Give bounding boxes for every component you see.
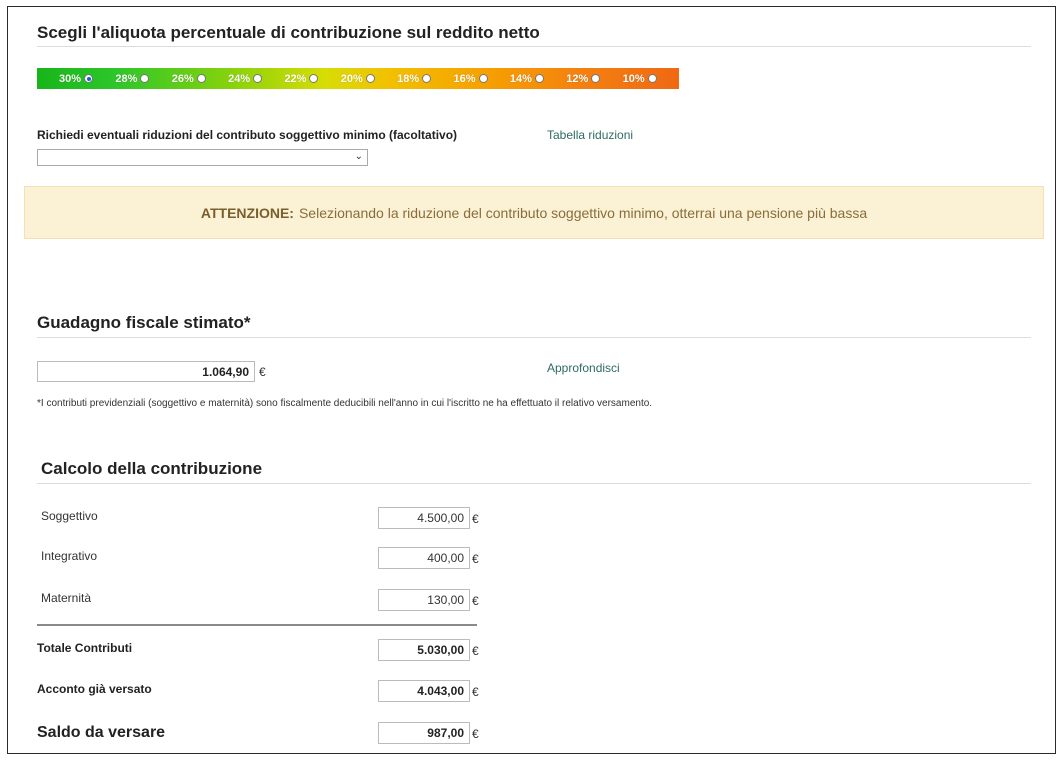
reduction-select[interactable]: ⌄ [37,149,368,166]
soggettivo-value: 4.500,00 [378,507,470,529]
rate-option-label: 10% [622,72,645,85]
currency-symbol: € [472,685,479,699]
radio-icon[interactable] [365,74,375,83]
totale-value: 5.030,00 [378,639,470,661]
acconto-value: 4.043,00 [378,680,470,702]
rate-option-label: 28% [115,72,138,85]
chevron-down-icon[interactable]: ⌄ [355,151,363,162]
radio-icon[interactable] [84,74,94,83]
currency-symbol: € [472,644,479,658]
currency-symbol: € [472,512,479,526]
calculation-heading-divider [37,483,1031,484]
currency-symbol: € [472,727,479,741]
radio-icon[interactable] [478,74,488,83]
contribution-rate-bar: 30% 28% 26% 24% 22% 20% 18% 16% 14% 12% … [37,68,679,89]
rate-option-16[interactable]: 16% [454,73,510,85]
currency-symbol: € [259,365,266,379]
rate-heading-divider [37,46,1031,47]
rate-option-label: 12% [566,72,589,85]
integrativo-label: Integrativo [41,549,98,563]
income-input[interactable]: 1.064,90 [37,361,255,382]
acconto-label: Acconto già versato [37,682,152,696]
rate-option-20[interactable]: 20% [341,73,397,85]
rate-option-10[interactable]: 10% [623,73,679,85]
tabella-riduzioni-link[interactable]: Tabella riduzioni [547,128,633,142]
maternita-label: Maternità [41,591,92,605]
radio-icon[interactable] [647,74,657,83]
radio-icon[interactable] [422,74,432,83]
rate-option-24[interactable]: 24% [228,73,284,85]
rate-option-30[interactable]: 30% [59,73,115,85]
rate-option-12[interactable]: 12% [566,73,622,85]
rate-option-label: 16% [453,72,476,85]
integrativo-value: 400,00 [378,547,470,569]
radio-icon[interactable] [591,74,601,83]
maternita-value: 130,00 [378,589,470,611]
saldo-value: 987,00 [378,722,470,744]
currency-symbol: € [472,552,479,566]
rate-option-label: 22% [284,72,307,85]
currency-symbol: € [472,594,479,608]
rate-option-26[interactable]: 26% [172,73,228,85]
rate-option-label: 30% [59,72,82,85]
warning-text: Selezionando la riduzione del contributo… [298,204,868,221]
radio-icon[interactable] [534,74,544,83]
radio-icon[interactable] [309,74,319,83]
soggettivo-label: Soggettivo [41,509,98,523]
warning-alert: ATTENZIONE: Selezionando la riduzione de… [24,186,1044,239]
calculation-heading: Calcolo della contribuzione [41,459,263,478]
rate-option-28[interactable]: 28% [115,73,171,85]
rate-heading: Scegli l'aliquota percentuale di contrib… [37,23,540,42]
rate-option-14[interactable]: 14% [510,73,566,85]
approfondisci-link[interactable]: Approfondisci [547,361,620,375]
radio-icon[interactable] [253,74,263,83]
income-heading: Guadagno fiscale stimato* [37,313,251,332]
totals-separator [37,624,477,626]
warning-strong: ATTENZIONE: [200,204,294,221]
rate-option-label: 26% [171,72,194,85]
rate-option-label: 20% [340,72,363,85]
totale-label: Totale Contributi [37,641,133,655]
radio-icon[interactable] [140,74,150,83]
rate-option-label: 18% [397,72,420,85]
rate-option-label: 14% [509,72,532,85]
income-footnote: *I contributi previdenziali (soggettivo … [37,398,653,409]
rate-option-label: 24% [228,72,251,85]
radio-icon[interactable] [196,74,206,83]
saldo-label: Saldo da versare [37,724,166,741]
income-heading-divider [37,337,1031,338]
reduction-label: Richiedi eventuali riduzioni del contrib… [37,128,458,142]
rate-option-22[interactable]: 22% [284,73,340,85]
rate-option-18[interactable]: 18% [397,73,453,85]
